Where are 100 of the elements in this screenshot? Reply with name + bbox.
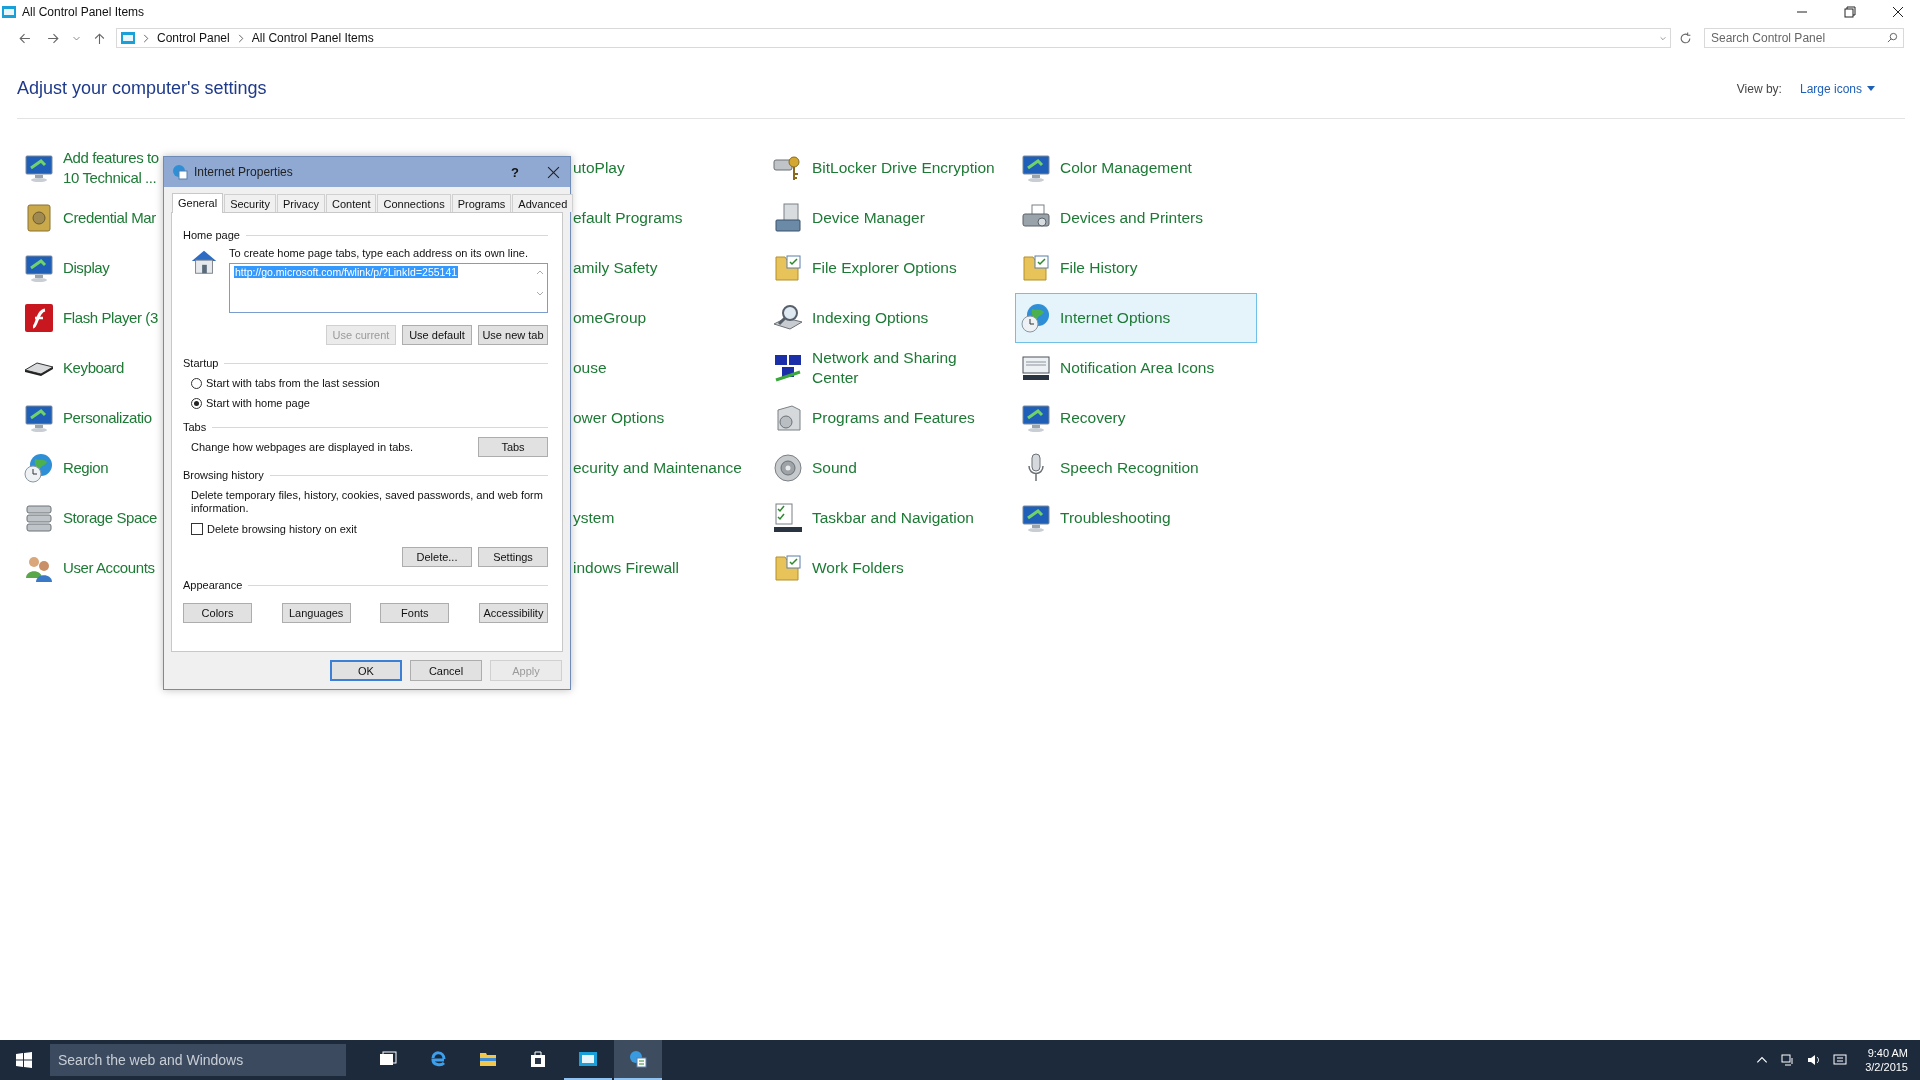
dialog-button[interactable]: Settings [478,547,548,567]
control-panel-item[interactable]: utoPlay [572,143,767,193]
globe-icon [172,164,188,180]
tab[interactable]: Content [325,194,377,212]
control-panel-item[interactable]: Storage Space [18,493,163,543]
section-heading: Appearance [183,579,243,591]
network-icon [772,352,804,384]
folder-icon [772,252,804,284]
control-panel-item[interactable]: amily Safety [572,243,767,293]
control-panel-item[interactable]: Notification Area Icons [1015,343,1257,393]
control-panel-item[interactable]: ecurity and Maintenance [572,443,767,493]
control-panel-item[interactable]: ouse [572,343,767,393]
control-panel-item[interactable]: Speech Recognition [1015,443,1257,493]
dialog-button[interactable]: Colors [183,603,252,623]
control-panel-item[interactable]: BitLocker Drive Encryption [767,143,1015,193]
panel-icon [121,32,135,44]
radio-button[interactable] [191,397,202,409]
dialog-button[interactable]: OK [330,660,402,681]
tab[interactable]: Privacy [276,194,325,212]
dialog-button[interactable]: Use default [402,325,472,345]
panel-icon [2,6,16,18]
dialog-button[interactable]: Cancel [410,660,482,681]
control-panel-item[interactable]: Taskbar and Navigation [767,493,1015,543]
checkbox[interactable] [191,523,203,535]
dialog-title: Internet Properties [194,165,293,179]
drive-stack-icon [23,502,55,534]
control-panel-item[interactable]: Troubleshooting [1015,493,1257,543]
clock-date[interactable]: 3/2/2015 [1865,1060,1908,1074]
control-panel-item[interactable]: Personalizatio [18,393,163,443]
monitor-icon [1020,402,1052,434]
control-panel-item[interactable]: Display [18,243,163,293]
folder-icon [1020,252,1052,284]
tab[interactable]: Connections [377,194,451,212]
tab[interactable]: Programs [451,194,512,212]
volume-icon[interactable] [1807,1053,1822,1067]
tab[interactable]: Advanced [512,194,574,212]
close-icon[interactable] [547,165,560,179]
control-panel-item[interactable]: Color Management [1015,143,1257,193]
refresh-icon[interactable] [1679,31,1692,45]
network-icon[interactable] [1781,1053,1796,1067]
control-panel-item[interactable]: User Accounts [18,543,163,593]
monitor-icon [1020,152,1052,184]
control-panel-item[interactable]: Network and Sharing Center [767,343,1015,393]
url-field[interactable]: http://go.microsoft.com/fwlink/p/?LinkId=255141 [229,263,548,313]
control-panel-item[interactable]: Recovery [1015,393,1257,443]
control-panel-item[interactable]: File History [1015,243,1257,293]
search-field[interactable]: Search Control Panel [1704,28,1904,48]
control-panel-item[interactable]: ystem [572,493,767,543]
control-panel-item[interactable]: Indexing Options [767,293,1015,343]
start-icon[interactable] [16,1052,32,1068]
control-panel-item[interactable]: Programs and Features [767,393,1015,443]
view-by-dropdown[interactable]: Large icons [1799,81,1875,96]
address-bar[interactable]: Control Panel All Control Panel Items [116,28,1671,48]
speaker-icon [772,452,804,484]
up-arrow-icon[interactable] [93,31,106,45]
control-panel-item[interactable]: indows Firewall [572,543,767,593]
dialog-button[interactable]: Tabs [478,437,548,457]
checklist-icon [772,502,804,534]
dialog-button[interactable]: Accessibility [478,603,548,623]
control-panel-item[interactable]: Credential Mar [18,193,163,243]
section-heading: Home page [183,229,240,241]
monitor-icon [23,402,55,434]
instruction-text: To create home page tabs, type each address on its own line. [229,247,529,259]
control-panel-item[interactable]: Work Folders [767,543,1015,593]
radio-label: Start with home page [206,397,310,409]
breadcrumb[interactable]: All Control Panel Items [251,31,374,45]
chevron-right-icon [237,33,244,43]
control-panel-item[interactable]: Internet Options [1015,293,1257,343]
dialog-button[interactable]: Fonts [380,603,450,623]
dialog-button[interactable]: Languages [281,603,351,623]
control-panel-item[interactable]: omeGroup [572,293,767,343]
folder-icon [772,552,804,584]
breadcrumb[interactable]: Control Panel [157,31,230,45]
search-icon[interactable] [1887,32,1898,43]
control-panel-item[interactable]: Flash Player (3 [18,293,163,343]
radio-button[interactable] [191,377,202,389]
restore-icon[interactable] [1844,6,1856,18]
help-button[interactable]: ? [511,164,519,180]
control-panel-item[interactable]: Device Manager [767,193,1015,243]
control-panel-item[interactable]: Devices and Printers [1015,193,1257,243]
clock-time[interactable]: 9:40 AM [1867,1046,1908,1060]
control-panel-item[interactable]: Add features to 10 Technical ... [18,143,163,193]
tab[interactable]: General [172,193,224,213]
dialog-button[interactable]: Delete... [402,547,472,567]
control-panel-item[interactable]: Sound [767,443,1015,493]
control-panel-item[interactable]: Region [18,443,163,493]
notification-icon[interactable] [1833,1053,1848,1067]
back-arrow-icon[interactable] [18,31,31,45]
tab[interactable]: Security [224,194,276,212]
control-panel-item[interactable]: Keyboard [18,343,163,393]
control-panel-item[interactable]: efault Programs [572,193,767,243]
chevron-right-icon [143,33,149,43]
search-field[interactable]: Search the web and Windows [50,1044,346,1076]
panel-icon [578,1049,598,1069]
control-panel-item[interactable]: File Explorer Options [767,243,1015,293]
forward-arrow-icon[interactable] [47,31,60,45]
dialog-button[interactable]: Use new tab [478,325,548,345]
control-panel-item[interactable]: ower Options [572,393,767,443]
close-icon[interactable] [1892,6,1904,18]
toolbox-icon [772,202,804,234]
